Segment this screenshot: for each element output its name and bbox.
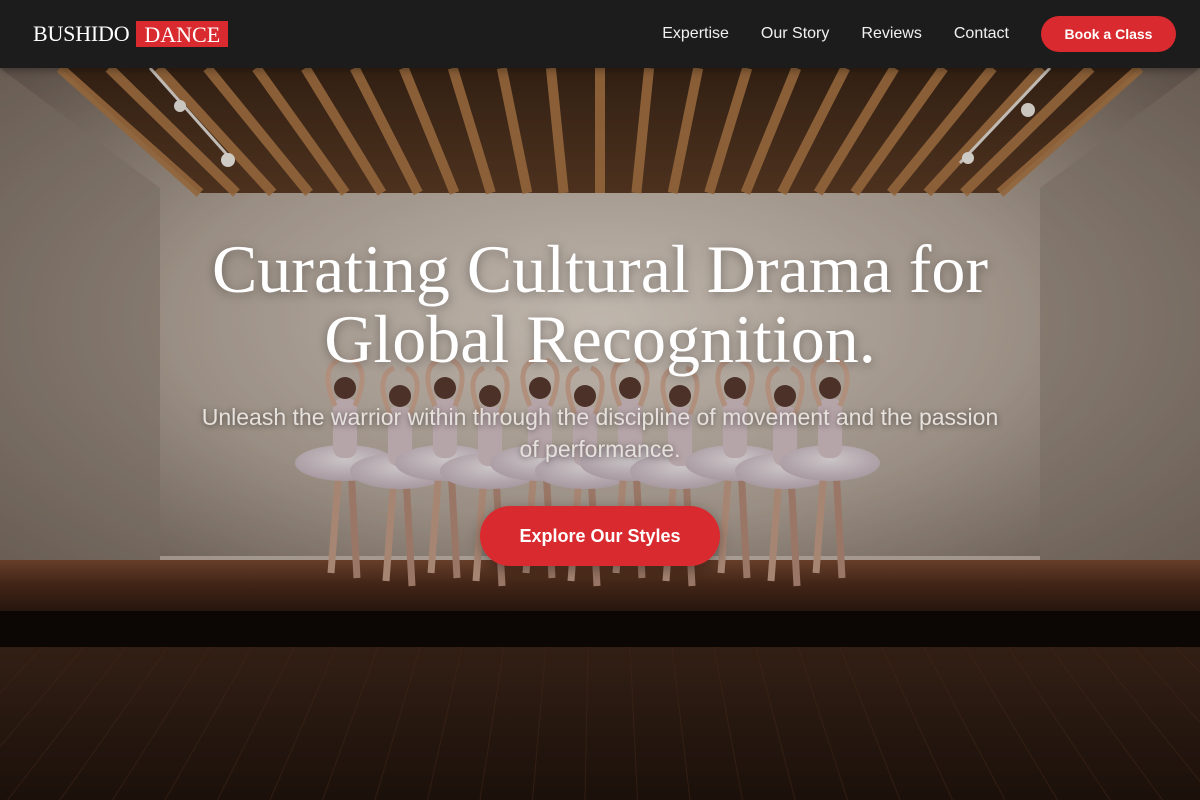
hero-title-line-1: Curating Cultural Drama for (211, 231, 989, 307)
hero-title-line-2: Global Recognition. (324, 301, 876, 377)
hero-content: Curating Cultural Drama for Global Recog… (0, 68, 1200, 800)
hero-section: Curating Cultural Drama for Global Recog… (0, 68, 1200, 800)
nav-link-contact[interactable]: Contact (954, 25, 1009, 43)
explore-styles-button[interactable]: Explore Our Styles (480, 506, 720, 566)
nav-link-our-story[interactable]: Our Story (761, 25, 829, 43)
brand-name: BUSHIDO (33, 21, 130, 46)
top-navbar: BUSHIDO DANCE Expertise Our Story Review… (0, 0, 1200, 68)
main-nav: Expertise Our Story Reviews Contact (662, 0, 1009, 68)
book-class-button[interactable]: Book a Class (1041, 16, 1176, 52)
brand-accent-word: DANCE (136, 21, 229, 47)
hero-title: Curating Cultural Drama for Global Recog… (100, 234, 1100, 374)
nav-link-expertise[interactable]: Expertise (662, 25, 729, 43)
hero-subtitle: Unleash the warrior within through the d… (201, 404, 999, 462)
nav-link-reviews[interactable]: Reviews (861, 25, 921, 43)
brand-logo[interactable]: BUSHIDO DANCE (33, 21, 229, 47)
